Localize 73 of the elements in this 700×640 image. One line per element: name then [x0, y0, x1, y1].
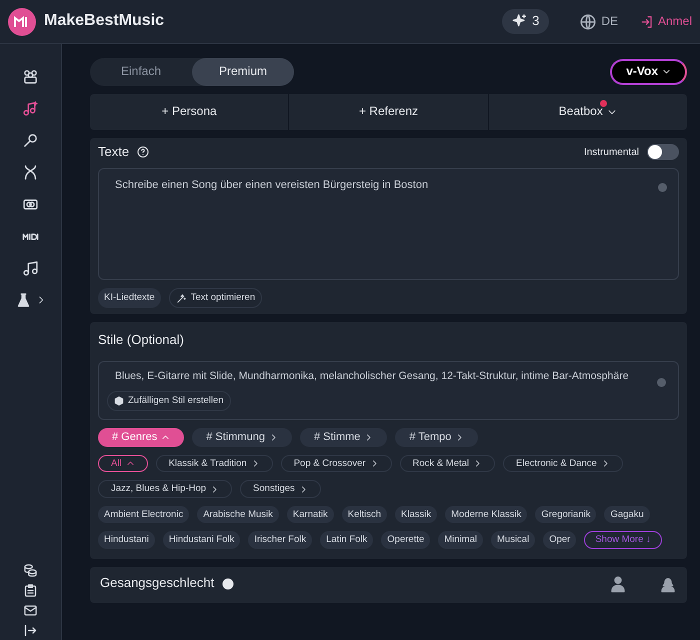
- microphone-icon: [22, 132, 39, 148]
- coins-icon: [23, 562, 38, 578]
- category-tab[interactable]: # Tempo: [395, 428, 478, 447]
- genre-chip[interactable]: Keltisch: [342, 506, 388, 524]
- login-icon: [640, 14, 654, 28]
- genre-chip[interactable]: Minimal: [438, 531, 483, 549]
- genre-chip[interactable]: Moderne Klassik: [445, 506, 528, 524]
- style-text: Blues, E-Gitarre mit Slide, Mundharmonika, melancholischer Gesang, 12-Takt-Struktur, intime Bar-Atmosphäre: [115, 370, 630, 384]
- subcategory-tab[interactable]: Jazz, Blues & Hip-Hop: [98, 480, 232, 498]
- genre-chip[interactable]: Gregorianik: [535, 506, 596, 524]
- random-style-button[interactable]: Zufälligen Stil erstellen: [107, 391, 231, 411]
- split-arrows-icon: [22, 164, 39, 180]
- subcategory-tab[interactable]: Pop & Crossover: [280, 454, 392, 472]
- section-title: Stile (Optional): [98, 330, 185, 349]
- style-field[interactable]: Blues, E-Gitarre mit Slide, Mundharmonika, melancholischer Gesang, 12-Takt-Struktur, intime Bar-Atmosphäre Zufälligen Stil erstellen: [98, 360, 679, 420]
- toggle-label: Instrumental: [584, 146, 639, 159]
- category-tab[interactable]: # Genres: [98, 428, 184, 447]
- chevron-right-icon: [473, 459, 482, 468]
- section-title: Texte: [98, 144, 130, 160]
- category-tab[interactable]: # Stimmung: [192, 428, 292, 447]
- genre-chip[interactable]: Klassik: [395, 506, 438, 524]
- mode-tab[interactable]: Premium: [192, 58, 294, 86]
- globe-icon: [579, 12, 598, 30]
- instrumental-toggle[interactable]: [647, 144, 679, 160]
- clipboard-icon: [23, 582, 38, 598]
- person-icon: [609, 574, 627, 593]
- music-note-icon: [22, 260, 39, 276]
- subcategory-tab[interactable]: Klassik & Tradition: [156, 454, 273, 472]
- chevron-right-icon: [455, 432, 464, 442]
- section-title: Gesangsgeschlecht: [100, 575, 214, 592]
- genre-chip[interactable]: Irischer Folk: [248, 531, 312, 549]
- credits-button[interactable]: 3: [502, 9, 550, 34]
- genre-chip[interactable]: Operette: [381, 531, 430, 549]
- chevron-right-icon: [364, 432, 374, 442]
- gender-option[interactable]: [609, 574, 627, 593]
- brand-name[interactable]: MakeBestMusic: [44, 11, 164, 32]
- genre-chip[interactable]: Latin Folk: [320, 531, 374, 549]
- genre-chip[interactable]: Oper: [543, 531, 576, 549]
- chevron-right-icon: [210, 484, 220, 494]
- music-note-plus-icon: [22, 100, 39, 116]
- subcategory-tab[interactable]: All: [98, 454, 148, 472]
- dropdown-tab[interactable]: Beatbox: [488, 94, 687, 130]
- category-tab[interactable]: # Stimme: [300, 428, 388, 447]
- show-more-button[interactable]: Show More ↓: [584, 531, 662, 549]
- genre-chip[interactable]: Karnatik: [286, 506, 334, 524]
- sparkle-icon: [512, 13, 528, 30]
- subcategory-tab[interactable]: Rock & Metal: [400, 454, 496, 472]
- genre-chip[interactable]: Musical: [491, 531, 536, 549]
- ai-lyrics-button[interactable]: KI-Liedtexte: [98, 288, 161, 308]
- optimize-button[interactable]: Text optimieren: [168, 288, 262, 308]
- lyrics-field[interactable]: Schreibe einen Song über einen vereisten Bürgersteig in Boston: [98, 168, 679, 280]
- caret-icon: [662, 67, 671, 76]
- genre-chip[interactable]: Gagaku: [604, 506, 650, 524]
- logout-icon: [23, 622, 38, 638]
- add-tab[interactable]: + Referenz: [288, 94, 488, 130]
- login-link[interactable]: Anmel: [640, 14, 692, 30]
- people-icon: [22, 68, 39, 84]
- subcategory-tab[interactable]: Sonstiges: [240, 480, 321, 498]
- mail-icon: [23, 602, 38, 618]
- model-dropdown[interactable]: v-Vox: [610, 59, 687, 85]
- genre-chip[interactable]: Hindustani Folk: [162, 531, 240, 549]
- genre-chip[interactable]: Arabische Musik: [197, 506, 279, 524]
- magic-wand-icon: [176, 292, 187, 304]
- chevron-up-icon: [161, 432, 170, 442]
- logo-icon: [8, 8, 36, 36]
- language-button[interactable]: DE: [573, 12, 624, 32]
- mode-tab[interactable]: Einfach: [90, 58, 192, 86]
- add-tab[interactable]: + Persona: [90, 94, 288, 130]
- dice-icon: [114, 396, 124, 406]
- flask-icon: [15, 292, 32, 308]
- genre-chip[interactable]: Ambient Electronic: [98, 506, 190, 524]
- genre-chip[interactable]: Hindustani: [98, 531, 155, 549]
- subcategory-tab[interactable]: Electronic & Dance: [503, 454, 623, 472]
